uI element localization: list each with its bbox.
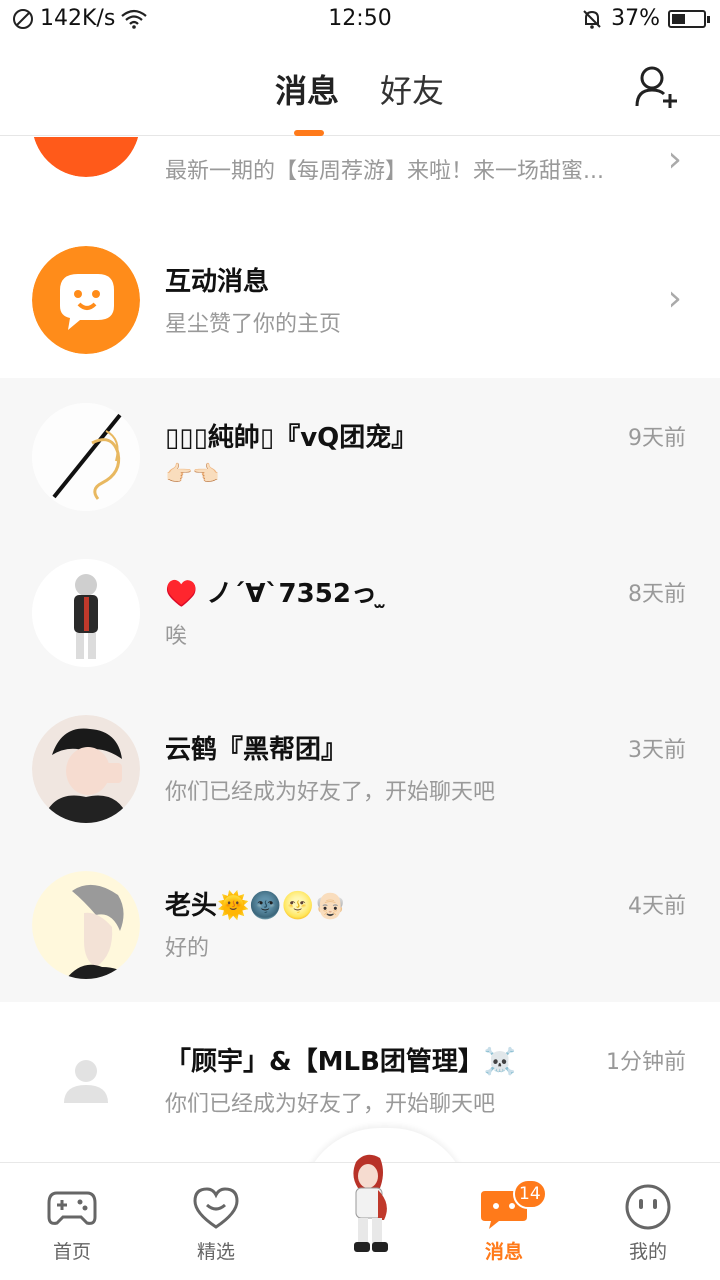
- nav-home[interactable]: 首页: [17, 1183, 127, 1264]
- top-header: 消息 好友: [0, 38, 720, 136]
- tab-friends[interactable]: 好友: [380, 66, 444, 112]
- list-item-time: 1分钟前: [606, 1050, 686, 1075]
- list-item-title: 老头🌞🌚🌝👴🏻: [165, 891, 347, 921]
- list-item-chat[interactable]: 云鹤『黑帮团』 你们已经成为好友了，开始聊天吧 3天前: [0, 690, 720, 846]
- messages-badge: 14: [513, 1179, 547, 1209]
- avatar: [32, 403, 140, 511]
- tab-messages[interactable]: 消息: [275, 66, 339, 112]
- nav-featured[interactable]: 精选: [161, 1183, 271, 1264]
- list-item-time: 4天前: [628, 894, 686, 919]
- avatar-placeholder: [32, 1027, 140, 1135]
- list-item-preview: 最新一期的【每周荐游】来啦！来一场甜蜜...: [165, 159, 604, 184]
- nav-mine-label: 我的: [628, 1241, 667, 1263]
- nav-featured-label: 精选: [196, 1241, 235, 1263]
- list-item-interactions[interactable]: 互动消息 星尘赞了你的主页 ›: [0, 233, 720, 389]
- list-item-official[interactable]: 233 最新一期的【每周荐游】来啦！来一场甜蜜... ›: [0, 137, 720, 233]
- message-list: 233 最新一期的【每周荐游】来啦！来一场甜蜜... › 互动消息 星尘赞了你的…: [0, 137, 720, 1162]
- list-item-title: 「顾宇」&【MLB团管理】☠️: [165, 1047, 517, 1077]
- avatar: [32, 715, 140, 823]
- avatar-interactions: [32, 246, 140, 354]
- list-item-title: ▯▯▯純帥▯『vQ团宠』: [165, 423, 418, 453]
- list-item-chat[interactable]: ▯▯▯純帥▯『vQ团宠』 👉🏻👈🏻 9天前: [0, 378, 720, 534]
- list-item-time: 8天前: [628, 582, 686, 607]
- heart-badge-icon: [193, 1187, 239, 1229]
- profile-face-icon: [625, 1184, 671, 1230]
- avatar: [32, 559, 140, 667]
- avatar-233: 233: [32, 137, 140, 177]
- list-item-preview: 星尘赞了你的主页: [165, 312, 342, 337]
- nav-mine[interactable]: 我的: [593, 1183, 703, 1264]
- list-item-preview: 你们已经成为好友了，开始聊天吧: [165, 1092, 496, 1117]
- chevron-right-icon: ›: [667, 278, 682, 319]
- list-item-preview: 唉: [165, 624, 188, 649]
- list-item-time: 9天前: [628, 426, 686, 451]
- list-item-title: ♥️ ノ´∀`7352っ ̫: [165, 579, 386, 609]
- list-item-title: 互动消息: [165, 267, 270, 297]
- battery-level: [672, 13, 685, 24]
- list-item-preview: 👉🏻👈🏻: [165, 462, 220, 487]
- list-item-chat[interactable]: 老头🌞🌚🌝👴🏻 好的 4天前: [0, 846, 720, 1002]
- list-item-preview: 你们已经成为好友了，开始聊天吧: [165, 780, 496, 805]
- status-bar: 142K/s 12:50 37%: [0, 0, 720, 38]
- add-user-icon[interactable]: [634, 64, 680, 110]
- nav-messages[interactable]: 14 消息: [449, 1179, 559, 1264]
- avatar: [32, 871, 140, 979]
- nav-messages-label: 消息: [484, 1241, 523, 1263]
- chevron-right-icon: ›: [667, 139, 682, 180]
- gamepad-icon: [47, 1191, 97, 1225]
- list-item-chat[interactable]: ♥️ ノ´∀`7352っ ̫ 唉 8天前: [0, 534, 720, 690]
- battery-icon: [668, 9, 710, 28]
- list-item-title: 云鹤『黑帮团』: [165, 735, 348, 765]
- list-item-time: 3天前: [628, 738, 686, 763]
- active-tab-indicator: [294, 130, 324, 136]
- list-item-preview: 好的: [165, 936, 210, 961]
- nav-home-label: 首页: [52, 1241, 91, 1263]
- battery-percent: 37%: [611, 6, 660, 31]
- character-avatar-button[interactable]: [322, 1148, 412, 1260]
- messages-screen: 142K/s 12:50 37% 消息 好友 最新一期的【每周荐游】来啦！来一场…: [0, 0, 720, 1280]
- mute-bell-icon: [583, 9, 601, 29]
